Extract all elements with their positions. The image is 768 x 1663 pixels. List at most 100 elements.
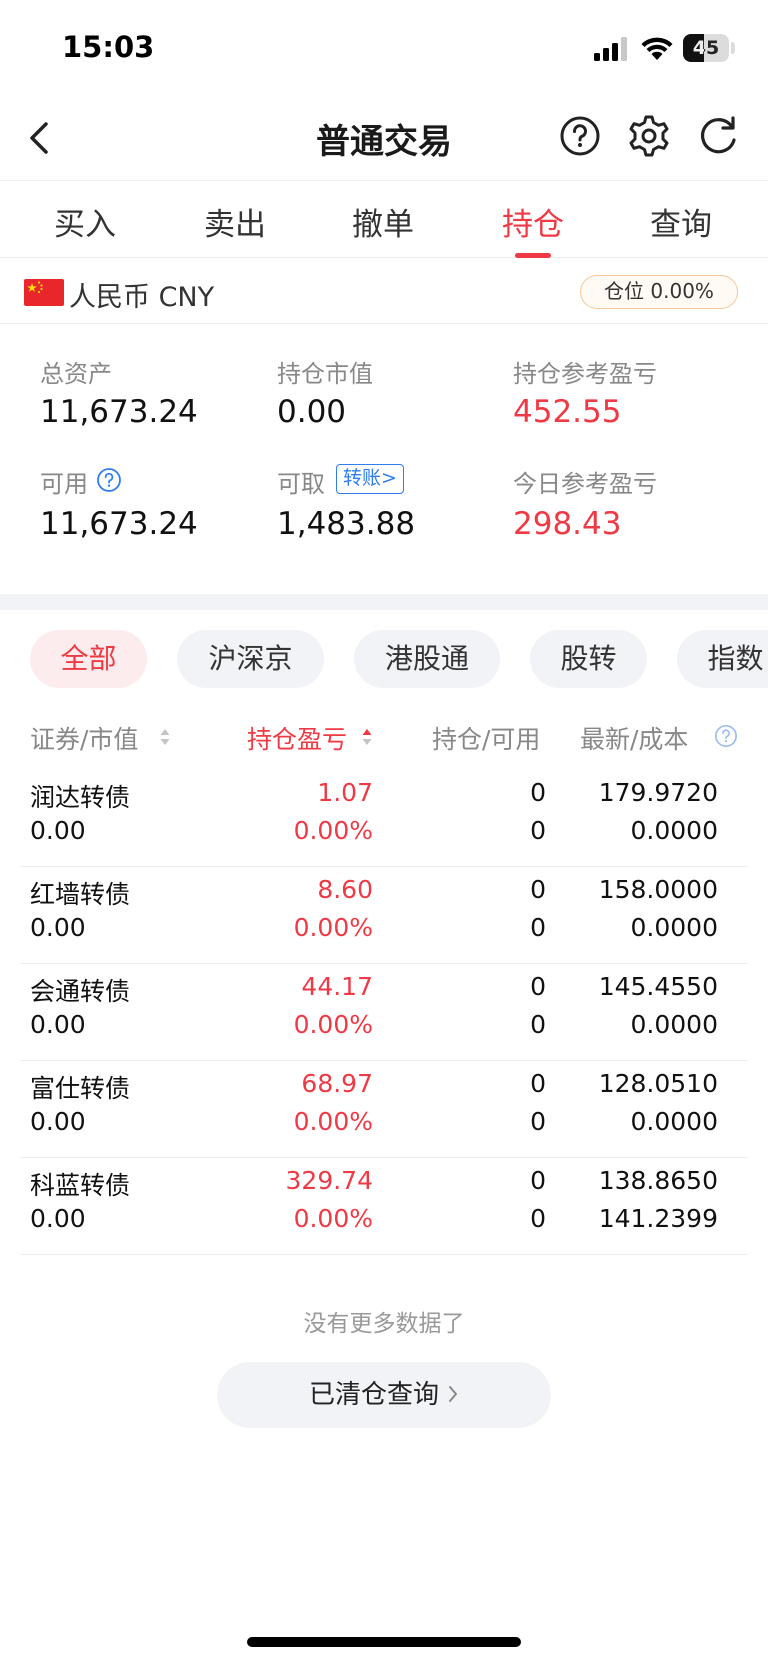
gear-icon[interactable] bbox=[626, 113, 672, 159]
tab-positions[interactable]: 持仓 bbox=[478, 199, 588, 244]
row-cost: 0.0000 bbox=[630, 816, 718, 845]
available-label: 可用 bbox=[40, 470, 88, 498]
row-market-value: 0.00 bbox=[30, 1107, 86, 1136]
row-cost: 141.2399 bbox=[598, 1204, 718, 1233]
header-latest[interactable]: 最新/成本 bbox=[580, 720, 688, 756]
row-holding: 0 bbox=[530, 972, 546, 1001]
row-holding: 0 bbox=[530, 875, 546, 904]
position-ratio-badge: 仓位 0.00% bbox=[580, 275, 738, 309]
market-filter-chips: 全部 沪深京 港股通 股转 指数 bbox=[0, 630, 768, 690]
header-help-icon[interactable] bbox=[714, 724, 738, 748]
china-flag-icon bbox=[24, 279, 64, 306]
row-latest-price: 138.8650 bbox=[598, 1166, 718, 1195]
section-divider bbox=[0, 594, 768, 610]
filter-chip-neeq[interactable]: 股转 bbox=[530, 630, 647, 688]
trade-tabs: 买入 卖出 撤单 持仓 查询 bbox=[0, 180, 768, 258]
row-latest-price: 158.0000 bbox=[598, 875, 718, 904]
row-market-value: 0.00 bbox=[30, 1204, 86, 1233]
transfer-button[interactable]: 转账> bbox=[336, 464, 404, 494]
row-security-name: 润达转债 bbox=[30, 783, 131, 812]
chevron-right-icon bbox=[449, 1386, 457, 1402]
no-more-data-text: 没有更多数据了 bbox=[303, 1311, 465, 1337]
total-assets-label: 总资产 bbox=[40, 360, 112, 388]
row-cost: 0.0000 bbox=[630, 913, 718, 942]
positions-table-body: 润达转债 0.00 1.07 0.00% 0 0 179.9720 0.0000… bbox=[20, 770, 748, 1255]
home-indicator bbox=[247, 1637, 521, 1647]
available-help-icon[interactable] bbox=[96, 467, 122, 493]
status-bar: 15:03 45 bbox=[0, 0, 768, 96]
row-available: 0 bbox=[530, 1010, 546, 1039]
row-security-name: 红墙转债 bbox=[30, 880, 131, 909]
row-latest-price: 179.9720 bbox=[598, 778, 718, 807]
today-pnl-label: 今日参考盈亏 bbox=[513, 470, 657, 498]
total-assets-value: 11,673.24 bbox=[40, 394, 198, 430]
cleared-positions-button[interactable]: 已清仓查询 bbox=[217, 1362, 551, 1428]
sort-active-icon[interactable] bbox=[361, 727, 373, 747]
nav-bar: 普通交易 bbox=[0, 96, 768, 180]
table-row[interactable]: 会通转债 0.00 44.17 0.00% 0 0 145.4550 0.000… bbox=[20, 964, 748, 1061]
withdrawable-value: 1,483.88 bbox=[277, 506, 416, 542]
market-value-label: 持仓市值 bbox=[277, 360, 373, 388]
row-available: 0 bbox=[530, 1204, 546, 1233]
row-pnl-pct: 0.00% bbox=[293, 913, 373, 942]
row-market-value: 0.00 bbox=[30, 913, 86, 942]
withdrawable-label: 可取 bbox=[277, 470, 325, 498]
tab-query[interactable]: 查询 bbox=[626, 199, 736, 244]
filter-chip-hk-connect[interactable]: 港股通 bbox=[354, 630, 500, 688]
battery-percent: 45 bbox=[692, 37, 720, 59]
filter-chip-sh-sz-bj[interactable]: 沪深京 bbox=[177, 630, 324, 688]
row-security-name: 富仕转债 bbox=[30, 1074, 131, 1103]
row-holding: 0 bbox=[530, 1166, 546, 1195]
position-pnl-label: 持仓参考盈亏 bbox=[513, 360, 657, 388]
available-value: 11,673.24 bbox=[40, 506, 198, 542]
sort-icon[interactable] bbox=[159, 727, 171, 747]
currency-row[interactable]: 人民币 CNY 仓位 0.00% bbox=[0, 260, 768, 324]
table-row[interactable]: 科蓝转债 0.00 329.74 0.00% 0 0 138.8650 141.… bbox=[20, 1158, 748, 1255]
active-tab-indicator bbox=[515, 253, 551, 258]
header-holding[interactable]: 持仓/可用 bbox=[432, 720, 540, 756]
row-pnl-pct: 0.00% bbox=[293, 1010, 373, 1039]
row-available: 0 bbox=[530, 1107, 546, 1136]
refresh-icon[interactable] bbox=[695, 113, 741, 159]
row-market-value: 0.00 bbox=[30, 1010, 86, 1039]
positions-table-header: 证券/市值 持仓盈亏 持仓/可用 最新/成本 bbox=[0, 714, 768, 762]
currency-label: 人民币 CNY bbox=[69, 282, 215, 313]
row-pnl: 8.60 bbox=[317, 875, 373, 904]
battery-icon: 45 bbox=[683, 34, 729, 62]
row-pnl: 329.74 bbox=[285, 1166, 373, 1195]
cellular-signal-icon bbox=[594, 37, 627, 61]
row-pnl-pct: 0.00% bbox=[293, 816, 373, 845]
table-row[interactable]: 富仕转债 0.00 68.97 0.00% 0 0 128.0510 0.000… bbox=[20, 1061, 748, 1158]
row-cost: 0.0000 bbox=[630, 1107, 718, 1136]
row-security-name: 会通转债 bbox=[30, 977, 131, 1006]
status-time: 15:03 bbox=[62, 30, 155, 64]
wifi-icon bbox=[641, 37, 673, 60]
row-pnl: 44.17 bbox=[301, 972, 373, 1001]
row-pnl-pct: 0.00% bbox=[293, 1204, 373, 1233]
table-row[interactable]: 红墙转债 0.00 8.60 0.00% 0 0 158.0000 0.0000 bbox=[20, 867, 748, 964]
tab-cancel-order[interactable]: 撤单 bbox=[328, 199, 438, 244]
row-pnl: 1.07 bbox=[317, 778, 373, 807]
cleared-positions-label: 已清仓查询 bbox=[308, 1380, 439, 1410]
row-holding: 0 bbox=[530, 778, 546, 807]
tab-sell[interactable]: 卖出 bbox=[180, 199, 290, 244]
row-pnl: 68.97 bbox=[301, 1069, 373, 1098]
position-pnl-value: 452.55 bbox=[513, 394, 622, 430]
header-security[interactable]: 证券/市值 bbox=[30, 720, 138, 756]
help-icon[interactable] bbox=[557, 113, 603, 159]
row-market-value: 0.00 bbox=[30, 816, 86, 845]
battery-cap bbox=[731, 42, 735, 54]
account-summary: 总资产 11,673.24 持仓市值 0.00 持仓参考盈亏 452.55 可用… bbox=[0, 324, 768, 594]
tab-buy[interactable]: 买入 bbox=[30, 199, 140, 244]
row-security-name: 科蓝转债 bbox=[30, 1171, 131, 1200]
market-value-value: 0.00 bbox=[277, 394, 347, 430]
row-cost: 0.0000 bbox=[630, 1010, 718, 1039]
row-latest-price: 128.0510 bbox=[598, 1069, 718, 1098]
table-row[interactable]: 润达转债 0.00 1.07 0.00% 0 0 179.9720 0.0000 bbox=[20, 770, 748, 867]
header-pnl[interactable]: 持仓盈亏 bbox=[247, 720, 347, 756]
row-holding: 0 bbox=[530, 1069, 546, 1098]
row-available: 0 bbox=[530, 816, 546, 845]
row-latest-price: 145.4550 bbox=[598, 972, 718, 1001]
filter-chip-all[interactable]: 全部 bbox=[30, 630, 147, 688]
filter-chip-index[interactable]: 指数 bbox=[677, 630, 768, 688]
